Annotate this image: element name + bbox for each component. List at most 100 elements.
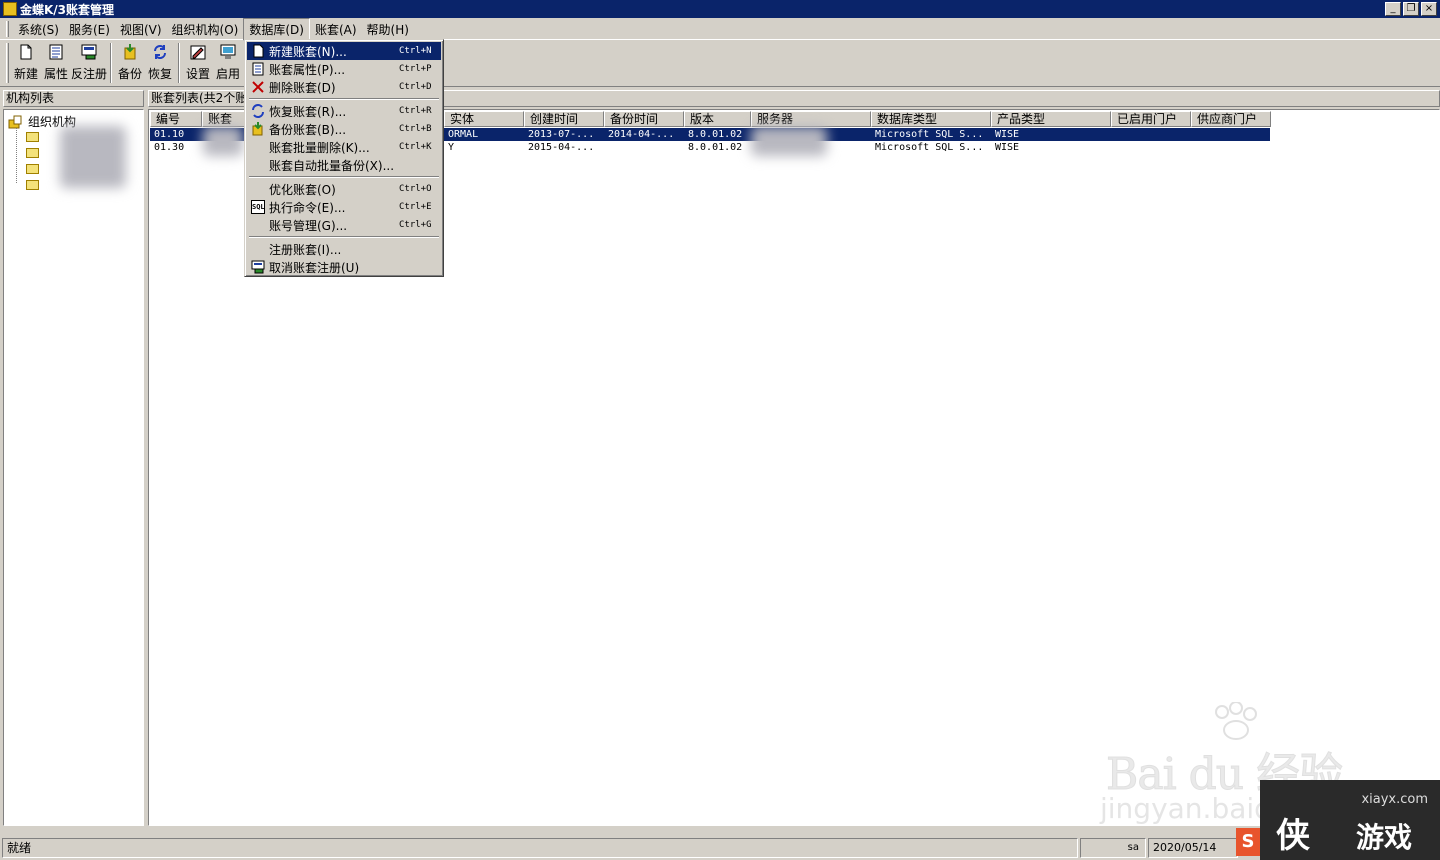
menu-item-auto-batch-backup[interactable]: 账套自动批量备份(X)...	[247, 156, 441, 174]
menu-database[interactable]: 数据库(D)	[243, 17, 310, 41]
toolbar-grip[interactable]	[6, 43, 9, 83]
menu-organization[interactable]: 组织机构(O)	[167, 19, 244, 40]
menu-bar: 系统(S) 服务(E) 视图(V) 组织机构(O) 数据库(D) 账套(A) 帮…	[0, 17, 1440, 41]
toolbar-backup-button[interactable]: 备份	[115, 41, 145, 83]
column-header[interactable]: 数据库类型	[871, 111, 991, 127]
restore-button[interactable]: ❐	[1403, 2, 1419, 16]
menu-item-shortcut: Ctrl+R	[399, 106, 432, 116]
close-button[interactable]: ×	[1421, 2, 1437, 16]
status-user: sa	[1080, 838, 1146, 858]
organization-icon	[8, 115, 22, 129]
toolbar-separator	[178, 43, 180, 83]
window-controls: _ ❐ ×	[1385, 2, 1437, 16]
menu-item-new-account[interactable]: 新建账套(N)... Ctrl+N	[247, 42, 441, 60]
toolbar-new-label: 新建	[13, 67, 38, 81]
menu-item-execute-command[interactable]: SQL 执行命令(E)... Ctrl+E	[247, 198, 441, 216]
column-header[interactable]: 版本	[684, 111, 751, 127]
settings-icon	[190, 44, 206, 60]
menu-item-shortcut: Ctrl+P	[399, 64, 432, 74]
menu-help[interactable]: 帮助(H)	[362, 19, 414, 40]
table-cell: 8.0.01.02	[688, 142, 743, 153]
menu-service[interactable]: 服务(E)	[64, 19, 115, 40]
column-header[interactable]: 服务器	[751, 111, 871, 127]
toolbar-unregister-button[interactable]: 反注册	[71, 41, 107, 83]
menu-item-register-account[interactable]: 注册账套(I)...	[247, 240, 441, 258]
menu-item-unregister-account[interactable]: 取消账套注册(U)	[247, 258, 441, 276]
menu-item-label: 账套批量删除(K)...	[269, 140, 370, 155]
folder-icon[interactable]	[26, 180, 39, 190]
toolbar-properties-button[interactable]: 属性	[41, 41, 71, 83]
toolbar-unregister-label: 反注册	[71, 67, 108, 81]
title-bar: 金蝶K/3账套管理 _ ❐ ×	[0, 0, 1440, 18]
enable-icon	[220, 44, 236, 60]
menu-item-label: 删除账套(D)	[269, 80, 336, 95]
folder-icon[interactable]	[26, 148, 39, 158]
properties-icon	[251, 62, 265, 76]
menu-item-shortcut: Ctrl+D	[399, 82, 432, 92]
menu-item-backup-account[interactable]: 备份账套(B)... Ctrl+B	[247, 120, 441, 138]
menu-view[interactable]: 视图(V)	[115, 19, 167, 40]
menubar-grip[interactable]	[6, 21, 9, 37]
toolbar-properties-label: 属性	[43, 67, 68, 81]
toolbar-settings-button[interactable]: 设置	[183, 41, 213, 83]
toolbar-separator	[110, 43, 112, 83]
app-icon	[3, 2, 17, 16]
menu-item-label: 取消账套注册(U)	[269, 260, 360, 275]
menu-item-label: 新建账套(N)...	[269, 44, 347, 59]
new-document-icon	[18, 44, 34, 60]
redacted-account-names	[203, 126, 243, 156]
sogou-ime-icon[interactable]: S	[1236, 828, 1260, 856]
menu-item-account-properties[interactable]: 账套属性(P)... Ctrl+P	[247, 60, 441, 78]
toolbar-new-button[interactable]: 新建	[11, 41, 41, 83]
menu-item-delete-account[interactable]: 删除账套(D) Ctrl+D	[247, 78, 441, 96]
redacted-tree-labels	[60, 126, 126, 188]
folder-icon[interactable]	[26, 132, 39, 142]
toolbar-restore-button[interactable]: 恢复	[145, 41, 175, 83]
menu-item-shortcut: Ctrl+G	[399, 220, 432, 230]
table-cell	[1191, 128, 1270, 141]
new-document-icon	[251, 44, 265, 58]
table-cell: 8.0.01.02	[688, 129, 743, 140]
column-header[interactable]: 编号	[150, 111, 202, 127]
menu-account[interactable]: 账套(A)	[310, 19, 362, 40]
table-cell: WISE	[995, 129, 1020, 140]
table-cell: ORMAL	[448, 129, 479, 140]
menu-item-restore-account[interactable]: 恢复账套(R)... Ctrl+R	[247, 102, 441, 120]
menu-system[interactable]: 系统(S)	[13, 19, 64, 40]
menu-item-shortcut: Ctrl+K	[399, 142, 432, 152]
column-header[interactable]: 供应商门户	[1191, 111, 1271, 127]
toolbar-backup-label: 备份	[117, 67, 142, 81]
table-cell: 01.30	[154, 142, 185, 153]
column-header[interactable]: 创建时间	[524, 111, 604, 127]
backup-icon	[251, 122, 265, 136]
restore-icon	[152, 44, 168, 60]
status-text: 就绪	[2, 838, 1078, 858]
column-header[interactable]: 产品类型	[991, 111, 1111, 127]
menu-item-shortcut: Ctrl+B	[399, 124, 432, 134]
column-header[interactable]: 已启用门户	[1111, 111, 1191, 127]
column-header[interactable]: 备份时间	[604, 111, 684, 127]
toolbar-settings-label: 设置	[185, 67, 210, 81]
menu-item-batch-delete[interactable]: 账套批量删除(K)... Ctrl+K	[247, 138, 441, 156]
table-cell: 2015-04-...	[528, 142, 595, 153]
organization-tree[interactable]: 组织机构	[3, 109, 144, 826]
toolbar-enable-label: 启用	[215, 67, 240, 81]
menu-item-optimize-account[interactable]: 优化账套(O) Ctrl+O	[247, 180, 441, 198]
table-cell	[604, 141, 684, 154]
menu-item-label: 执行命令(E)...	[269, 200, 346, 215]
toolbar-restore-label: 恢复	[147, 67, 172, 81]
restore-icon	[251, 104, 265, 118]
table-cell: WISE	[995, 142, 1020, 153]
menu-item-label: 优化账套(O)	[269, 182, 336, 197]
folder-icon[interactable]	[26, 164, 39, 174]
badge-logo-char: 侠	[1276, 816, 1310, 856]
toolbar-enable-button[interactable]: 启用	[213, 41, 243, 83]
menu-item-shortcut: Ctrl+O	[399, 184, 432, 194]
table-cell: 2014-04-...	[608, 129, 675, 140]
menu-item-label: 账号管理(G)...	[269, 218, 348, 233]
properties-icon	[48, 44, 64, 60]
table-cell	[1111, 128, 1191, 141]
menu-item-account-management[interactable]: 账号管理(G)... Ctrl+G	[247, 216, 441, 234]
column-header[interactable]: 实体	[444, 111, 524, 127]
minimize-button[interactable]: _	[1385, 2, 1401, 16]
